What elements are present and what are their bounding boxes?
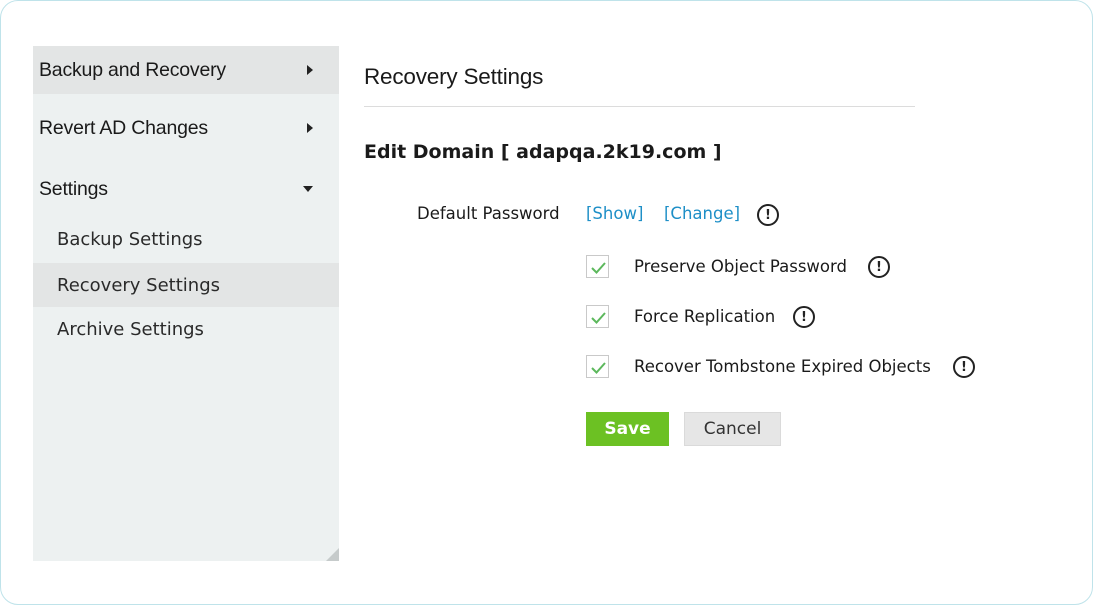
edit-domain-heading: Edit Domain [ adapqa.2k19.com ] [364,141,722,163]
checkmark-icon [591,312,606,324]
sidebar-item-backup-settings[interactable]: Backup Settings [33,217,339,261]
sidebar-item-recovery-settings[interactable]: Recovery Settings [33,263,339,307]
cancel-button[interactable]: Cancel [684,412,781,446]
nav-section-revert-ad-changes[interactable]: Revert AD Changes [33,104,339,152]
chevron-right-icon [307,123,313,133]
nav-section-backup-and-recovery[interactable]: Backup and Recovery [33,46,339,94]
checkmark-icon [591,262,606,274]
option-label: Force Replication [634,307,776,326]
sidebar-item-archive-settings[interactable]: Archive Settings [33,307,339,351]
main-panel: Recovery Settings Edit Domain [ adapqa.2… [364,46,1014,561]
info-icon[interactable]: ! [757,204,779,226]
recover-tombstone-checkbox[interactable] [586,355,609,378]
change-password-link[interactable]: [Change] [664,204,740,223]
nav-section-settings[interactable]: Settings [33,165,339,213]
window-frame: Backup and Recovery Revert AD Changes Se… [0,0,1093,605]
nav-section-label: Settings [39,177,108,200]
preserve-object-password-checkbox[interactable] [586,255,609,278]
info-icon[interactable]: ! [953,356,975,378]
info-icon[interactable]: ! [868,256,890,278]
info-icon[interactable]: ! [793,306,815,328]
save-button[interactable]: Save [586,412,669,446]
force-replication-checkbox[interactable] [586,305,609,328]
checkmark-icon [591,362,606,374]
nav-section-label: Revert AD Changes [39,116,208,139]
chevron-down-icon [303,186,313,192]
option-label: Preserve Object Password [634,257,847,276]
option-label: Recover Tombstone Expired Objects [634,357,931,376]
show-password-link[interactable]: [Show] [586,204,643,223]
title-divider [364,106,915,107]
default-password-label: Default Password [417,204,560,223]
page-title: Recovery Settings [364,64,544,89]
sidebar: Backup and Recovery Revert AD Changes Se… [33,46,339,561]
resize-grip[interactable] [326,548,339,561]
nav-section-label: Backup and Recovery [39,58,226,81]
chevron-right-icon [307,65,313,75]
